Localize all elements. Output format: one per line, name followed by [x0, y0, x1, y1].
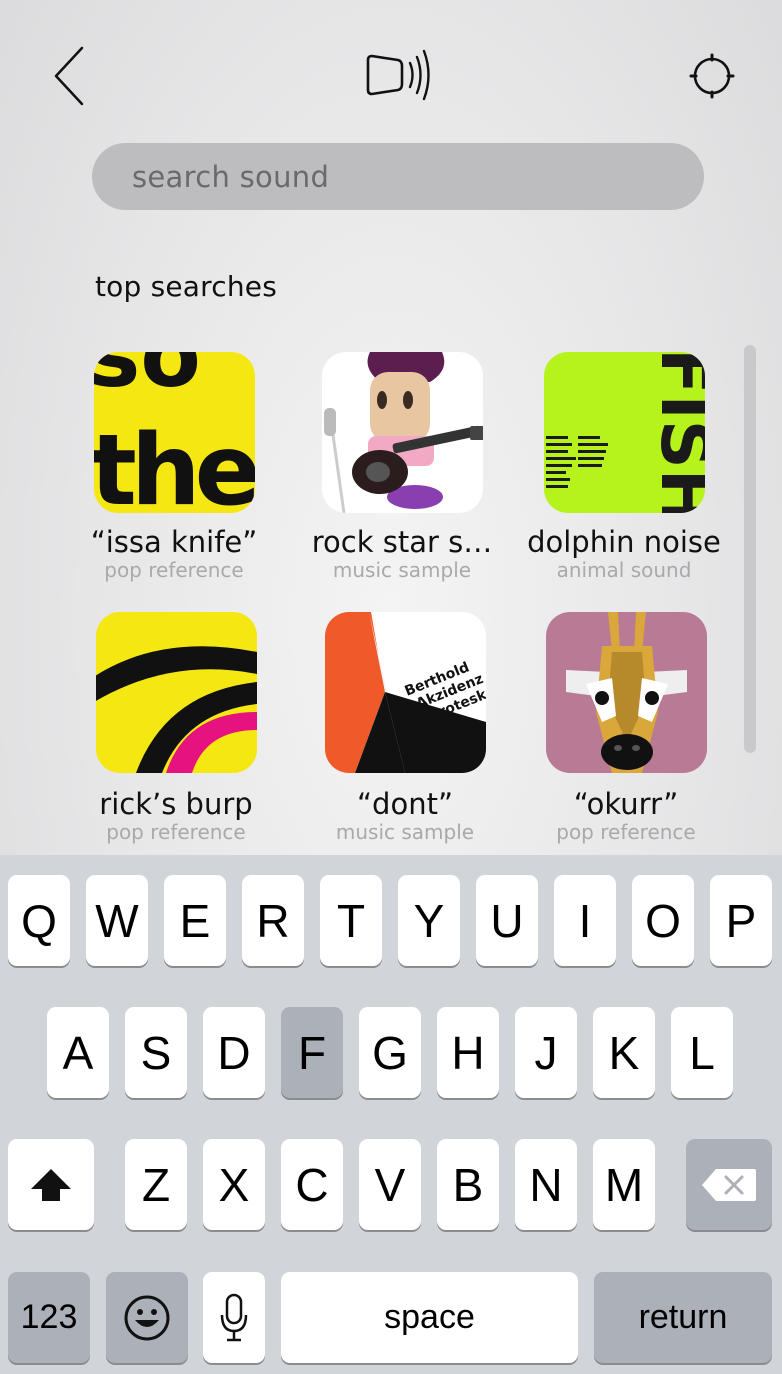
key-r[interactable]: R — [242, 875, 304, 966]
space-key[interactable]: space — [281, 1272, 578, 1363]
numbers-key[interactable]: 123 — [8, 1272, 90, 1363]
result-title: dolphin noise — [527, 525, 721, 559]
result-thumbnail: Berthold Akzidenz Grotesk — [324, 612, 486, 773]
poster-fish-image: FISH — [543, 352, 705, 513]
key-s[interactable]: S — [125, 1007, 187, 1098]
key-d[interactable]: D — [203, 1007, 265, 1098]
result-card[interactable]: rock star s… music sample — [302, 352, 502, 580]
keyboard: Q W E R T Y U I O P A S D F G H J K L Z … — [0, 855, 782, 1374]
shift-arrow-icon — [31, 1168, 71, 1201]
key-z[interactable]: Z — [125, 1139, 187, 1230]
result-title: “issa knife” — [90, 525, 258, 559]
key-m[interactable]: M — [593, 1139, 655, 1230]
result-thumbnail: FISH — [543, 352, 705, 513]
key-y[interactable]: Y — [398, 875, 460, 966]
microphone-icon — [220, 1293, 248, 1341]
result-category: pop reference — [106, 820, 246, 844]
key-w[interactable]: W — [86, 875, 148, 966]
key-o[interactable]: O — [632, 875, 694, 966]
delete-key[interactable] — [686, 1139, 772, 1230]
result-card[interactable]: Berthold Akzidenz Grotesk “dont” music s… — [305, 612, 505, 842]
result-title: rock star s… — [311, 525, 493, 559]
result-card[interactable]: “okurr” pop reference — [526, 612, 726, 842]
backspace-icon — [702, 1168, 756, 1201]
key-t[interactable]: T — [320, 875, 382, 966]
key-e[interactable]: E — [164, 875, 226, 966]
result-category: pop reference — [104, 558, 244, 582]
result-category: animal sound — [556, 558, 692, 582]
result-card[interactable]: so the “issa knife” pop reference — [74, 352, 274, 580]
result-title: rick’s burp — [99, 787, 253, 821]
key-a[interactable]: A — [47, 1007, 109, 1098]
results-grid: so the “issa knife” pop reference rock s… — [0, 0, 782, 860]
key-l[interactable]: L — [671, 1007, 733, 1098]
key-j[interactable]: J — [515, 1007, 577, 1098]
key-g[interactable]: G — [359, 1007, 421, 1098]
result-title: “okurr” — [573, 787, 679, 821]
poster-text: FISH — [645, 352, 705, 513]
result-card[interactable]: rick’s burp pop reference — [76, 612, 276, 842]
key-p[interactable]: P — [710, 875, 772, 966]
key-v[interactable]: V — [359, 1139, 421, 1230]
result-thumbnail — [95, 612, 257, 773]
poster-text: the — [94, 414, 255, 513]
result-thumbnail — [321, 352, 483, 513]
key-f[interactable]: F — [281, 1007, 343, 1098]
result-thumbnail — [545, 612, 707, 773]
key-n[interactable]: N — [515, 1139, 577, 1230]
key-k[interactable]: K — [593, 1007, 655, 1098]
poster-grotesk-image: Berthold Akzidenz Grotesk — [324, 612, 486, 773]
poster-abstract-image — [95, 612, 257, 773]
key-i[interactable]: I — [554, 875, 616, 966]
poster-text: so — [94, 352, 201, 407]
result-card[interactable]: FISH dolphin noise animal sound — [524, 352, 724, 580]
microphone-key[interactable] — [203, 1272, 265, 1363]
result-category: pop reference — [556, 820, 696, 844]
key-x[interactable]: X — [203, 1139, 265, 1230]
giraffe-illustration — [545, 612, 707, 773]
poster-typography-image: so the — [93, 352, 255, 513]
result-title: “dont” — [357, 787, 453, 821]
emoji-key[interactable] — [106, 1272, 188, 1363]
key-c[interactable]: C — [281, 1139, 343, 1230]
key-b[interactable]: B — [437, 1139, 499, 1230]
result-thumbnail: so the — [93, 352, 255, 513]
key-q[interactable]: Q — [8, 875, 70, 966]
key-h[interactable]: H — [437, 1007, 499, 1098]
result-category: music sample — [335, 820, 475, 844]
key-u[interactable]: U — [476, 875, 538, 966]
rock-star-illustration — [321, 352, 483, 513]
emoji-icon — [124, 1295, 170, 1340]
result-category: music sample — [332, 558, 472, 582]
return-key[interactable]: return — [594, 1272, 772, 1363]
shift-key[interactable] — [8, 1139, 94, 1230]
